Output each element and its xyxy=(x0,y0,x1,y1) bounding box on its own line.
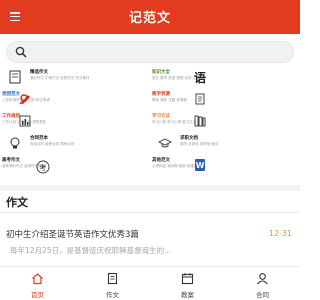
category-label: 合同范本 xyxy=(30,136,48,141)
exam-icon: 考 xyxy=(36,160,50,174)
category-hetong[interactable]: 合同范本 劳动合同 租房合同 购房合同 xyxy=(0,134,150,155)
category-qiuzhi[interactable]: 求职文档 简历 自荐信 求职信 面试 xyxy=(150,134,300,155)
document-icon xyxy=(107,272,118,285)
section-title: 作文 xyxy=(6,196,28,209)
category-desc: 教案 课件 试题 说课稿 xyxy=(152,98,187,102)
cap-icon xyxy=(158,138,172,148)
category-label: 教学资源 xyxy=(152,92,170,97)
party-emblem-icon xyxy=(19,94,30,105)
tab-home[interactable]: 首页 xyxy=(0,267,75,300)
category-jiaoxue[interactable]: 教学资源 教案 课件 试题 说课稿 xyxy=(150,90,300,111)
category-desc: 简历 自荐信 求职信 面试 xyxy=(180,142,219,146)
category-desc: 劳动合同 租房合同 购房合同 xyxy=(30,142,75,146)
tab-label: 作文 xyxy=(106,291,119,299)
search-input[interactable] xyxy=(6,41,294,63)
category-label: 求职文档 xyxy=(180,136,198,141)
home-icon xyxy=(32,273,43,285)
svg-text:W: W xyxy=(196,161,205,170)
category-grid: 精选作文 满分作文 中考作文 优秀作文 作文素材 知识大全 语文 数学 英语 物… xyxy=(0,68,300,182)
category-label: 其他范文 xyxy=(152,158,170,163)
user-icon xyxy=(257,273,268,285)
chart-icon xyxy=(19,115,31,127)
category-xuexi[interactable]: 学习方法 学习计划 学习心得 复习方法 xyxy=(150,112,300,133)
category-label: 精选作文 xyxy=(30,70,48,75)
category-desc: 心得体会 演讲稿 致辞 祝福语 xyxy=(152,164,198,168)
bulb-icon xyxy=(10,137,20,149)
category-label: 高考作文 xyxy=(2,158,20,163)
tab-label: 合同 xyxy=(256,291,269,299)
svg-text:考: 考 xyxy=(40,164,47,172)
category-label: 知识大全 xyxy=(152,70,170,75)
category-gongzuo[interactable]: 工作规划 工作计划 工作总结 述职报告 xyxy=(0,112,150,133)
page-title: 记范文 xyxy=(128,11,171,26)
category-desc: 学习计划 学习心得 复习方法 xyxy=(152,120,197,124)
section-underline xyxy=(0,212,300,213)
article-summary: 每年12月25日，是基督徒庆祝耶稣基督诞生的... xyxy=(10,246,172,255)
category-zhishi[interactable]: 知识大全 语文 数学 英语 物理 化学 生物 语 xyxy=(150,68,300,89)
tab-contract[interactable]: 合同 xyxy=(225,267,300,300)
tab-lesson-plan[interactable]: 教案 xyxy=(150,267,225,300)
category-gaokao[interactable]: 高考作文 高考满分作文 高考作文题目 考 xyxy=(0,156,150,177)
svg-text:语: 语 xyxy=(194,70,206,84)
book-stack-icon xyxy=(194,115,206,127)
article-title[interactable]: 初中生介绍圣诞节英语作文优秀3篇 xyxy=(6,228,139,240)
app-header: 记范文 xyxy=(0,0,300,34)
word-doc-icon: W xyxy=(195,159,205,171)
tab-essay[interactable]: 作文 xyxy=(75,267,150,300)
category-qita[interactable]: 其他范文 心得体会 演讲稿 致辞 祝福语 W xyxy=(150,156,300,177)
category-jingxuan[interactable]: 精选作文 满分作文 中考作文 优秀作文 作文素材 xyxy=(0,68,150,89)
category-desc: 满分作文 中考作文 优秀作文 作文素材 xyxy=(30,76,90,80)
tab-label: 教案 xyxy=(181,291,194,299)
category-dangtuan[interactable]: 党团范文 入党申请书 思想汇报 转正申请 xyxy=(0,90,150,111)
calendar-icon xyxy=(181,273,194,285)
section-divider xyxy=(0,185,300,191)
chinese-char-icon: 语 xyxy=(194,70,206,84)
category-label: 学习方法 xyxy=(152,114,170,119)
notebook-icon xyxy=(9,70,21,84)
article-date: 12-31 xyxy=(268,229,292,238)
search-icon[interactable] xyxy=(15,46,27,58)
bottom-tab-bar: 首页 作文 教案 合同 xyxy=(0,266,300,300)
tab-label: 首页 xyxy=(31,291,44,299)
book-icon xyxy=(195,93,205,105)
